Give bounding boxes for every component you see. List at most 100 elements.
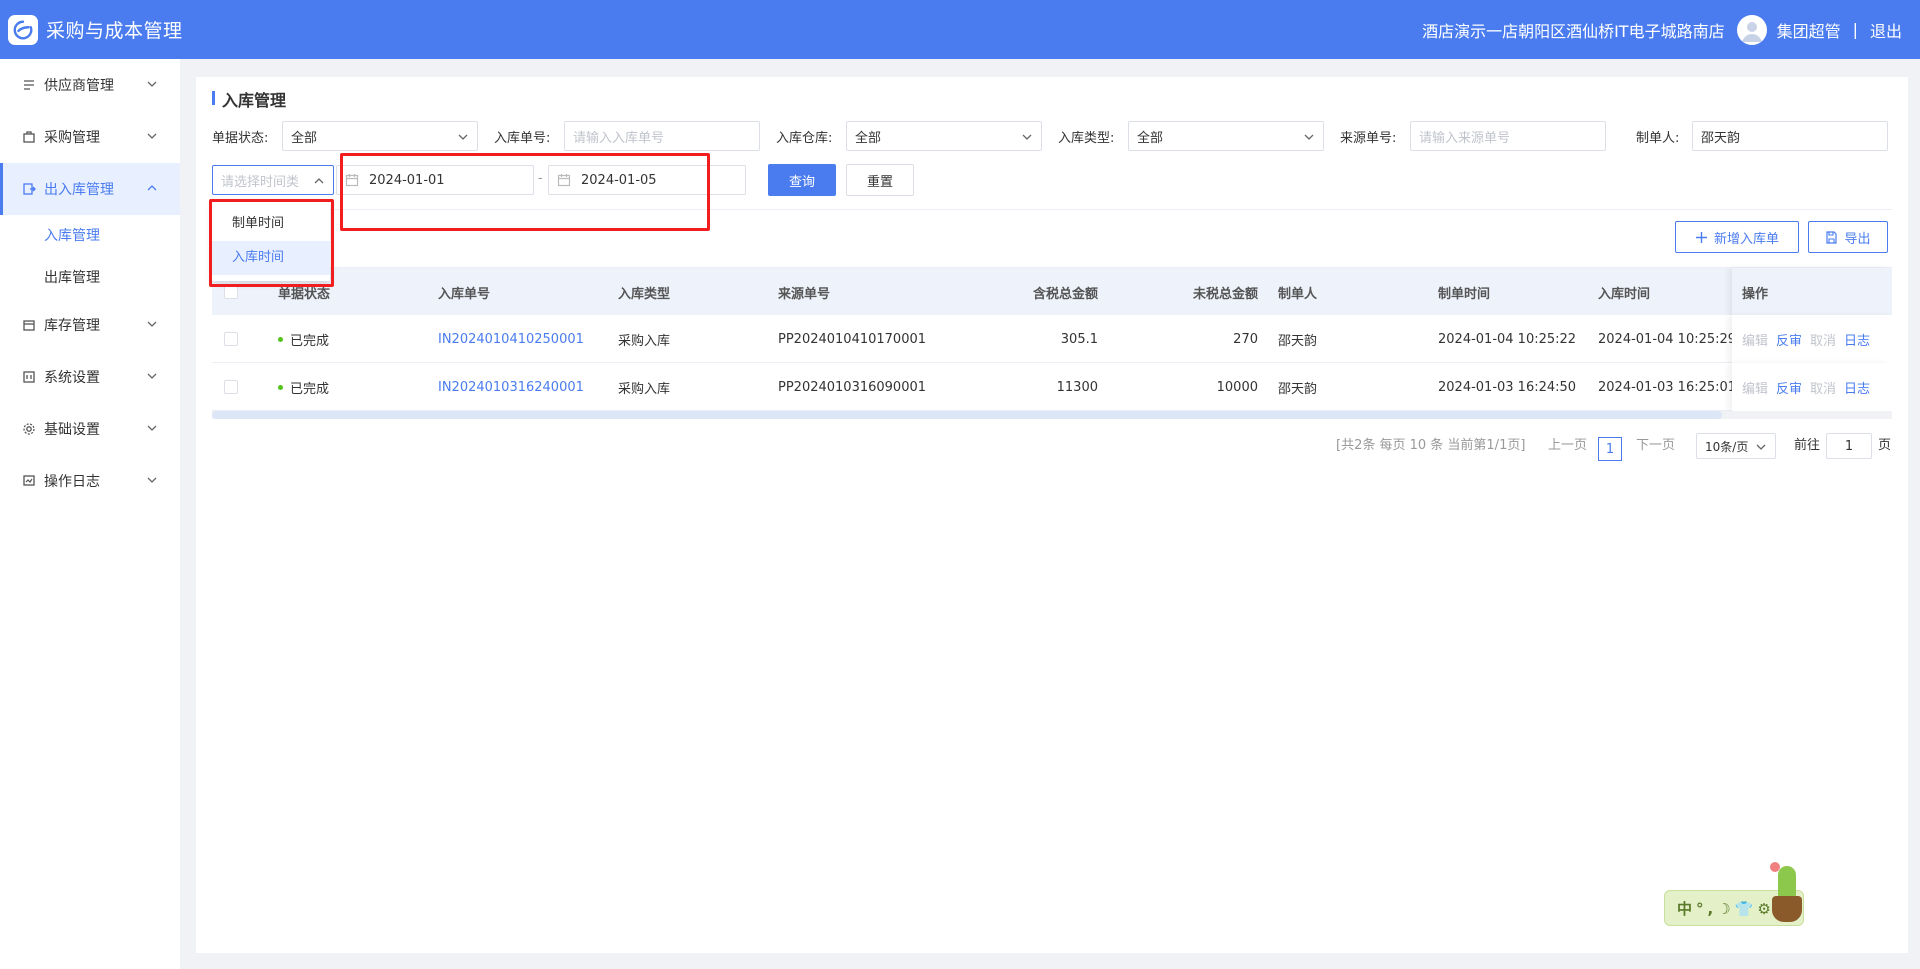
- filter-divider: [212, 209, 1892, 210]
- status-badge: 已完成: [278, 363, 329, 411]
- cancel-button[interactable]: 取消: [1810, 378, 1836, 397]
- sidebar-item-log[interactable]: 操作日志: [0, 455, 180, 507]
- chevron-down-icon: [146, 370, 158, 382]
- inbound-no-input[interactable]: 请输入入库单号: [564, 121, 760, 151]
- calendar-icon: [345, 173, 359, 187]
- goto-page-input[interactable]: 1: [1826, 433, 1872, 459]
- source-no-input[interactable]: 请输入来源单号: [1410, 121, 1606, 151]
- sidebar-item-label: 库存管理: [44, 318, 100, 334]
- sidebar-subitem-outbound[interactable]: 出库管理: [0, 257, 180, 299]
- cancel-button[interactable]: 取消: [1810, 330, 1836, 349]
- th-created-at: 制单时间: [1438, 286, 1491, 302]
- created-at-cell: 2024-01-04 10:25:22: [1438, 331, 1577, 347]
- time-type-option[interactable]: 制单时间: [212, 207, 330, 241]
- gear-icon: [22, 422, 36, 436]
- created-at-cell: 2024-01-03 16:24:50: [1438, 379, 1577, 395]
- page-size-value: 10条/页: [1705, 439, 1749, 454]
- avatar[interactable]: [1736, 14, 1767, 45]
- time-type-select[interactable]: 请选择时间类: [212, 165, 334, 195]
- warehouse-io-icon: [22, 182, 36, 196]
- creator-cell: 邵天韵: [1278, 333, 1318, 349]
- table-header: 单据状态 入库单号 入库类型 来源单号 含税总金额 未税总金额 制单人 制单时间…: [212, 267, 1892, 316]
- user-name[interactable]: 集团超管: [1777, 18, 1841, 42]
- type-cell: 采购入库: [618, 381, 671, 397]
- type-cell: 采购入库: [618, 333, 671, 349]
- table-horizontal-scrollbar[interactable]: [212, 411, 1892, 419]
- date-start-value: 2024-01-01: [369, 172, 445, 188]
- scrollbar-thumb[interactable]: [212, 411, 1722, 419]
- page-size-select[interactable]: 10条/页: [1696, 433, 1776, 459]
- prev-page-button[interactable]: 上一页: [1548, 434, 1587, 453]
- pot-icon: [1772, 896, 1802, 922]
- time-type-placeholder: 请选择时间类: [221, 174, 300, 190]
- tax-total-cell: 305.1: [1060, 331, 1098, 347]
- notax-total-cell: 10000: [1216, 379, 1258, 395]
- type-select-value: 全部: [1137, 130, 1164, 146]
- page-number-1[interactable]: 1: [1598, 437, 1622, 461]
- export-button[interactable]: 导出: [1808, 221, 1888, 253]
- inbound-no-link[interactable]: IN2024010316240001: [438, 363, 584, 411]
- status-dot: [278, 336, 283, 342]
- chevron-down-icon: [1755, 441, 1767, 453]
- table-row: 已完成 IN2024010316240001 采购入库 PP2024010316…: [212, 363, 1892, 411]
- logout-link[interactable]: 退出: [1870, 18, 1902, 42]
- supplier-icon: [22, 78, 36, 92]
- pagination-summary: [共2条 每页 10 条 当前第1/1页]: [1336, 438, 1526, 453]
- time-type-option[interactable]: 入库时间: [212, 241, 330, 275]
- user-avatar-icon: [1741, 21, 1762, 42]
- date-end-value: 2024-01-05: [581, 172, 657, 188]
- source-no-cell: PP2024010410170001: [778, 331, 927, 347]
- row-checkbox[interactable]: [224, 315, 238, 363]
- status-select[interactable]: 全部: [282, 121, 478, 151]
- edit-button[interactable]: 编辑: [1742, 378, 1768, 397]
- unaudit-button[interactable]: 反审: [1776, 330, 1802, 349]
- log-button[interactable]: 日志: [1844, 330, 1870, 349]
- logo-icon: [8, 14, 38, 45]
- sidebar-subitem-inbound[interactable]: 入库管理: [0, 215, 180, 257]
- export-label: 导出: [1844, 231, 1871, 247]
- header-separator: |: [1852, 20, 1858, 39]
- add-inbound-button[interactable]: 新增入库单: [1675, 221, 1799, 253]
- row-actions: 编辑 反审 取消 日志: [1732, 315, 1892, 363]
- page-suffix: 页: [1878, 438, 1892, 453]
- source-no-cell: PP2024010316090001: [778, 379, 927, 395]
- time-type-dropdown: 制单时间 入库时间: [212, 201, 330, 281]
- next-page-button[interactable]: 下一页: [1636, 434, 1675, 453]
- sidebar-item-label: 供应商管理: [44, 78, 114, 94]
- chevron-down-icon: [1021, 131, 1033, 143]
- input-method-widget[interactable]: 中°,☽👕⚙: [1664, 862, 1812, 930]
- sidebar-item-system[interactable]: 系统设置: [0, 351, 180, 403]
- calendar-icon: [557, 173, 571, 187]
- log-button[interactable]: 日志: [1844, 378, 1870, 397]
- sidebar-item-warehouse-io[interactable]: 出入库管理: [0, 163, 180, 215]
- store-name[interactable]: 酒店演示一店朝阳区酒仙桥IT电子城路南店: [1422, 18, 1725, 42]
- sidebar-item-inventory[interactable]: 库存管理: [0, 299, 180, 351]
- warehouse-select[interactable]: 全部: [846, 121, 1042, 151]
- status-text: 已完成: [290, 333, 330, 349]
- system-icon: [22, 370, 36, 384]
- th-ops: 操作: [1732, 268, 1892, 316]
- sidebar-item-purchase[interactable]: 采购管理: [0, 111, 180, 163]
- sidebar-item-basic-settings[interactable]: 基础设置: [0, 403, 180, 455]
- app-logo[interactable]: 采购与成本管理: [8, 14, 183, 45]
- type-select[interactable]: 全部: [1128, 121, 1324, 151]
- creator-input[interactable]: 邵天韵: [1692, 121, 1888, 151]
- flower-icon: [1770, 862, 1780, 872]
- creator-label: 制单人:: [1636, 131, 1680, 146]
- source-no-placeholder: 请输入来源单号: [1419, 130, 1511, 146]
- page-title: 入库管理: [212, 87, 286, 111]
- status-dot: [278, 384, 283, 390]
- chevron-down-icon: [1303, 131, 1315, 143]
- inbound-no-link[interactable]: IN2024010410250001: [438, 315, 584, 363]
- reset-button[interactable]: 重置: [846, 164, 914, 196]
- edit-button[interactable]: 编辑: [1742, 330, 1768, 349]
- date-end-input[interactable]: 2024-01-05: [548, 165, 746, 195]
- query-button[interactable]: 查询: [768, 164, 836, 196]
- sidebar-item-supplier[interactable]: 供应商管理: [0, 59, 180, 111]
- chevron-down-icon: [146, 474, 158, 486]
- sidebar-item-label: 出入库管理: [44, 182, 114, 198]
- row-checkbox[interactable]: [224, 363, 238, 411]
- date-start-input[interactable]: 2024-01-01: [336, 165, 534, 195]
- unaudit-button[interactable]: 反审: [1776, 378, 1802, 397]
- inbound-no-label: 入库单号:: [494, 131, 551, 146]
